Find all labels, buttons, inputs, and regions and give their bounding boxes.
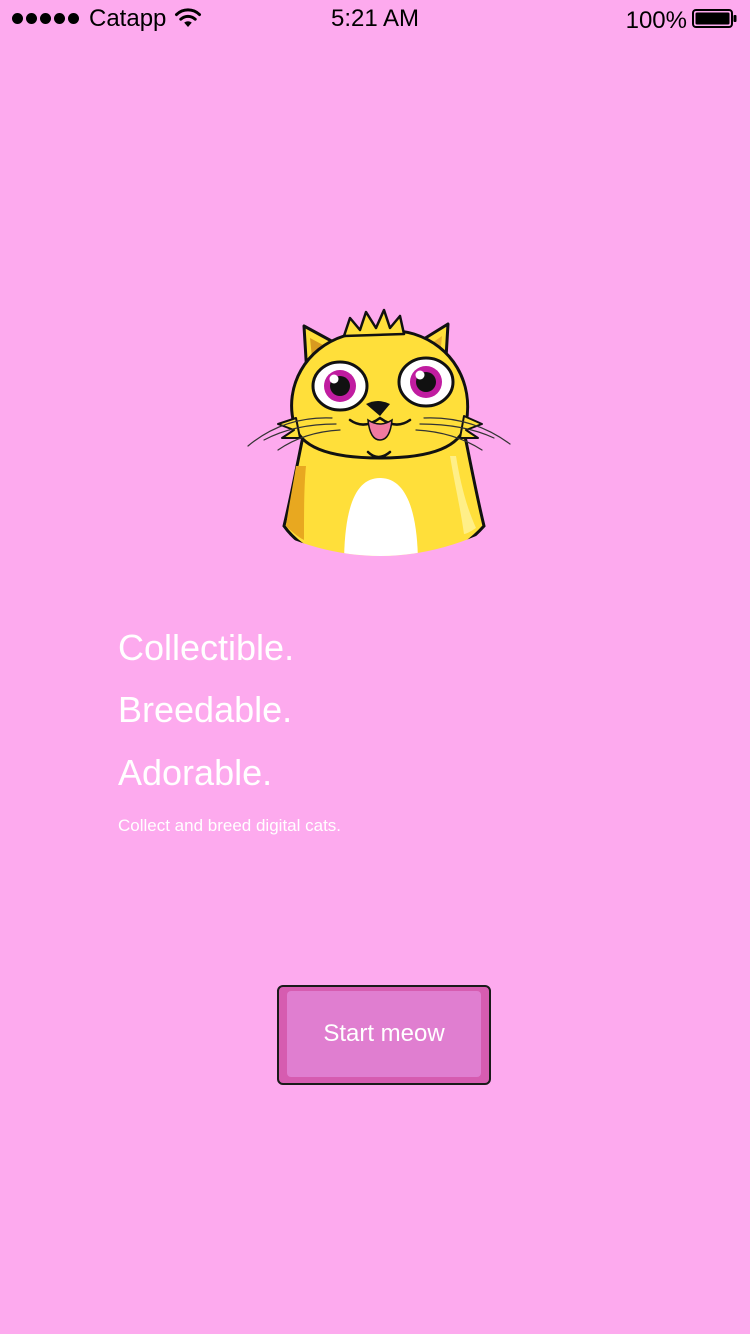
- start-meow-label: Start meow: [287, 991, 481, 1077]
- headline-breedable: Breedable.: [118, 689, 293, 730]
- status-bar: Catapp 5:21 AM 100%: [0, 0, 750, 40]
- battery-percentage: 100%: [625, 7, 687, 34]
- app-screen: Catapp 5:21 AM 100% Collectible. Breedab…: [0, 0, 750, 1334]
- battery-icon: [692, 9, 737, 28]
- headline-adorable: Adorable.: [118, 752, 273, 793]
- headline-collectible: Collectible.: [118, 627, 295, 668]
- cat-illustration: [247, 308, 511, 556]
- tagline: Collect and breed digital cats.: [118, 816, 342, 835]
- start-meow-button[interactable]: Start meow: [277, 985, 491, 1085]
